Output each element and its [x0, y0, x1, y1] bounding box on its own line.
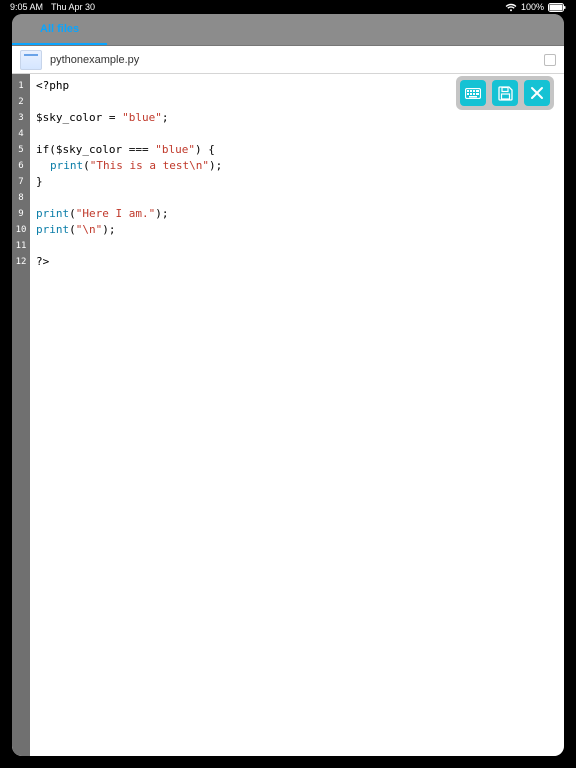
status-date: Thu Apr 30	[51, 2, 95, 12]
save-icon	[498, 86, 513, 101]
code-token: print	[50, 159, 83, 172]
code-token: "\n"	[76, 223, 103, 236]
keyboard-button[interactable]	[460, 80, 486, 106]
code-line[interactable]: $sky_color = "blue";	[36, 110, 558, 126]
line-number: 9	[12, 206, 30, 222]
code-line[interactable]: print("\n");	[36, 222, 558, 238]
code-line[interactable]: print("This is a test\n");	[36, 158, 558, 174]
app-sheet: All files pythonexample.py 1234567891011…	[12, 14, 564, 756]
code-area[interactable]: <?php $sky_color = "blue"; if($sky_color =…	[30, 74, 564, 756]
code-editor[interactable]: 123456789101112 <?php$sky_color = "blue"…	[12, 74, 564, 756]
code-token: if($sky_color ===	[36, 143, 155, 156]
tab-all-files[interactable]: All files	[12, 14, 107, 45]
line-number: 4	[12, 126, 30, 142]
file-checkbox[interactable]	[544, 54, 556, 66]
line-number: 11	[12, 238, 30, 254]
code-token: <?php	[36, 79, 69, 92]
code-line[interactable]	[36, 190, 558, 206]
code-token: ) {	[195, 143, 215, 156]
line-number: 2	[12, 94, 30, 110]
line-number: 12	[12, 254, 30, 270]
line-number: 1	[12, 78, 30, 94]
code-token: (	[69, 207, 76, 220]
code-line[interactable]: print("Here I am.");	[36, 206, 558, 222]
status-left: 9:05 AM Thu Apr 30	[10, 2, 95, 12]
code-token: ;	[162, 111, 169, 124]
code-line[interactable]	[36, 126, 558, 142]
line-gutter: 123456789101112	[12, 74, 30, 756]
tab-bar: All files	[12, 14, 564, 46]
code-token: );	[209, 159, 222, 172]
keyboard-icon	[465, 88, 481, 99]
code-token: ?>	[36, 255, 49, 268]
device-frame: 9:05 AM Thu Apr 30 100% All files python…	[0, 0, 576, 768]
code-line[interactable]	[36, 238, 558, 254]
code-token: }	[36, 175, 43, 188]
code-token: );	[155, 207, 168, 220]
code-token: print	[36, 207, 69, 220]
line-number: 5	[12, 142, 30, 158]
tab-label: All files	[40, 23, 79, 35]
status-bar: 9:05 AM Thu Apr 30 100%	[0, 0, 576, 14]
code-token: print	[36, 223, 69, 236]
status-battery: 100%	[521, 2, 544, 12]
code-token: (	[69, 223, 76, 236]
battery-icon	[548, 3, 566, 12]
wifi-icon	[505, 3, 517, 12]
status-time: 9:05 AM	[10, 2, 43, 12]
line-number: 10	[12, 222, 30, 238]
code-token: "This is a test\n"	[90, 159, 209, 172]
code-line[interactable]: ?>	[36, 254, 558, 270]
line-number: 3	[12, 110, 30, 126]
file-row[interactable]: pythonexample.py	[12, 46, 564, 74]
file-thumbnail-icon	[20, 50, 42, 70]
status-right: 100%	[505, 2, 566, 12]
code-token: "blue"	[155, 143, 195, 156]
file-name-label: pythonexample.py	[50, 54, 139, 66]
save-button[interactable]	[492, 80, 518, 106]
code-token: $sky_color =	[36, 111, 122, 124]
close-button[interactable]	[524, 80, 550, 106]
close-icon	[530, 86, 544, 100]
code-token: "blue"	[122, 111, 162, 124]
code-token: );	[102, 223, 115, 236]
code-line[interactable]: if($sky_color === "blue") {	[36, 142, 558, 158]
line-number: 6	[12, 158, 30, 174]
code-token: "Here I am."	[76, 207, 155, 220]
code-token: (	[83, 159, 90, 172]
editor-toolbar	[456, 76, 554, 110]
line-number: 8	[12, 190, 30, 206]
code-line[interactable]: }	[36, 174, 558, 190]
line-number: 7	[12, 174, 30, 190]
